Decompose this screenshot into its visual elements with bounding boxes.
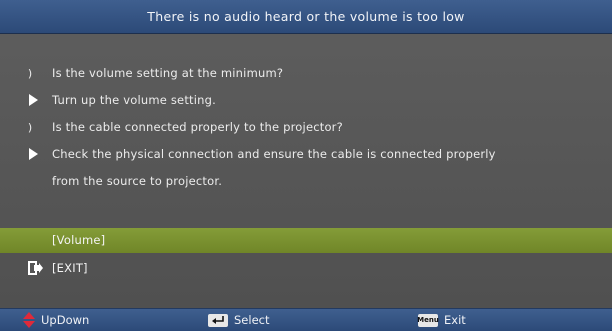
help-line-answer-cable: Check the physical connection and ensure… [52,147,496,161]
menu-item-exit-label: [EXIT] [52,261,88,275]
dialog-title: There is no audio heard or the volume is… [0,0,612,34]
hint-updown: UpDown [23,309,89,331]
help-line-answer-volume: Turn up the volume setting. [52,93,216,107]
help-line-question-cable: Is the cable connected properly to the p… [52,120,343,134]
arrow-bullet-icon [22,147,38,161]
up-down-arrows-icon [23,312,35,328]
question-bullet-icon: ) [27,120,33,134]
question-bullet-icon: ) [27,66,33,80]
hint-exit: Menu Exit [417,309,466,331]
menu-item-volume-label: [Volume] [52,233,106,247]
enter-key-icon [208,313,228,327]
hint-updown-label: UpDown [41,313,90,327]
menu-item-volume[interactable]: [Volume] [0,228,612,253]
menu-key-icon: Menu [417,313,439,327]
status-bar: UpDown Select Menu Exit [0,308,612,331]
hint-select: Select [208,309,269,331]
hint-exit-label: Exit [444,313,466,327]
help-line-question-volume: Is the volume setting at the minimum? [52,66,284,80]
help-line-answer-cable-cont: from the source to projector. [52,174,223,188]
exit-door-icon [28,261,43,275]
menu-item-exit[interactable]: [EXIT] [0,256,612,281]
hint-select-label: Select [234,313,270,327]
arrow-bullet-icon [22,93,38,107]
projector-osd: There is no audio heard or the volume is… [0,0,612,331]
